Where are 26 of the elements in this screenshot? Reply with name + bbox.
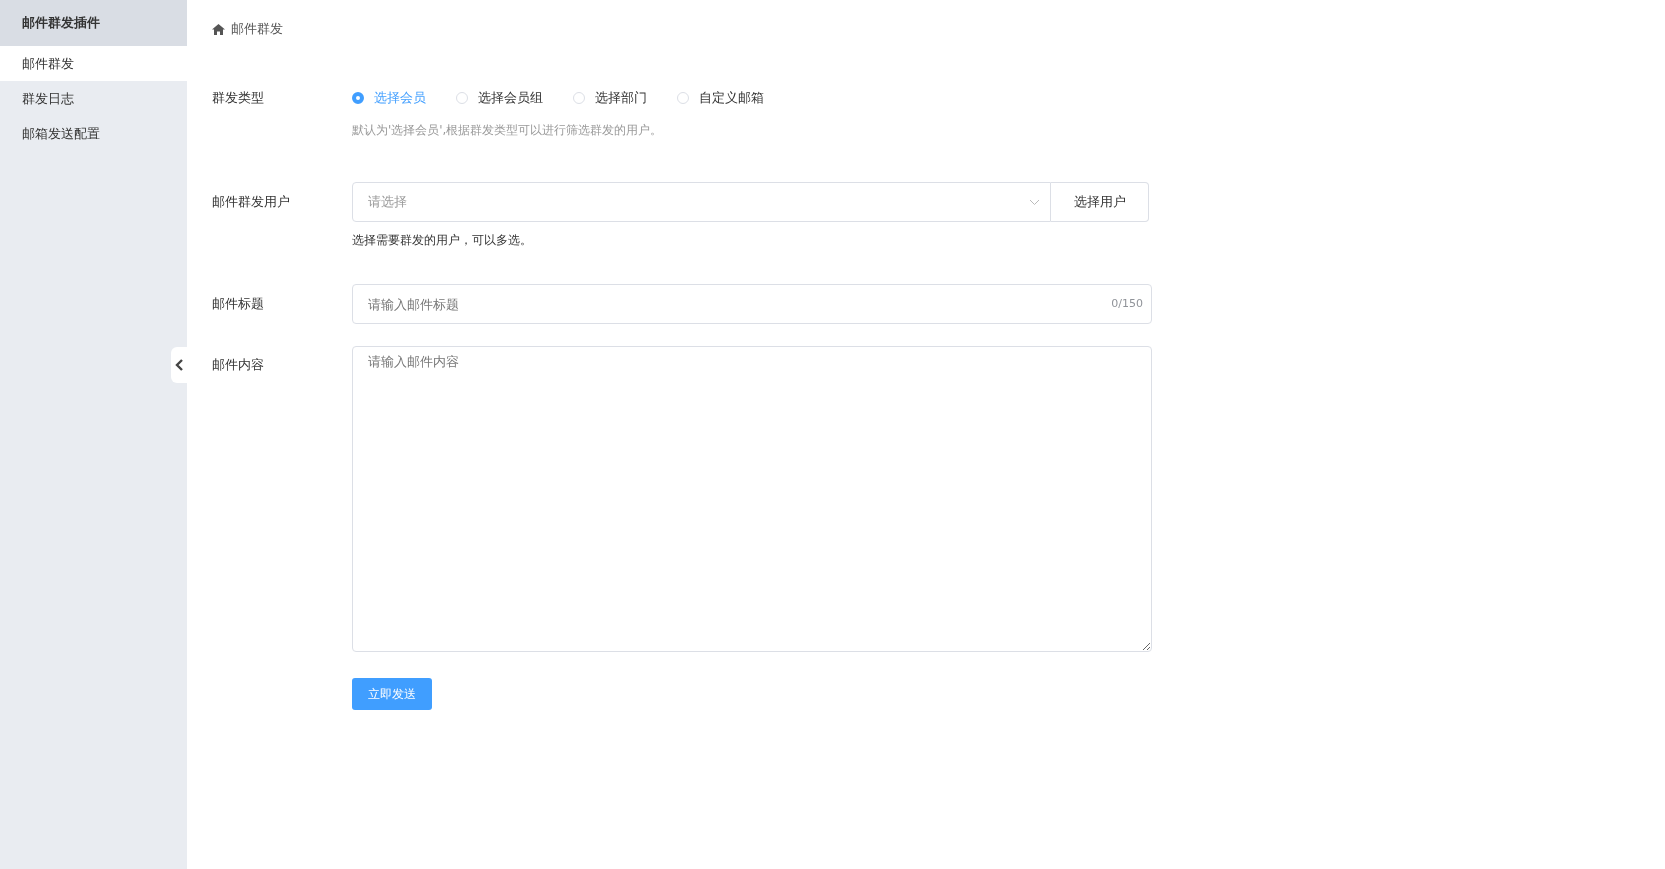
help-text: 选择需要群发的用户，可以多选。 [352, 232, 533, 249]
select-placeholder: 请选择 [368, 193, 407, 211]
home-icon [212, 23, 225, 35]
sidebar-item[interactable]: 邮件群发 [0, 46, 187, 81]
radio-label: 自定义邮箱 [699, 89, 764, 107]
select-users-button[interactable]: 选择用户 [1051, 182, 1149, 222]
field-label: 邮件内容 [212, 356, 265, 374]
chevron-left-icon [174, 359, 184, 371]
content-field[interactable]: 请输入邮件内容 [352, 346, 1152, 652]
radio-option[interactable]: 选择部门 [573, 89, 647, 107]
field-label: 邮件标题 [212, 295, 265, 313]
character-counter: 0/150 [1111, 297, 1143, 310]
radio-label: 选择会员组 [478, 89, 543, 107]
field-label: 群发类型 [212, 89, 265, 107]
field-label: 邮件群发用户 [212, 193, 291, 211]
chevron-down-icon [1029, 198, 1040, 206]
radio-option[interactable]: 自定义邮箱 [677, 89, 764, 107]
breadcrumb[interactable]: 邮件群发 [231, 20, 283, 38]
hint-text: 默认为'选择会员',根据群发类型可以进行筛选群发的用户。 [352, 122, 664, 139]
sidebar-item[interactable]: 邮箱发送配置 [0, 116, 187, 151]
collapse-button[interactable] [171, 347, 187, 383]
sidebar-title: 邮件群发插件 [0, 0, 187, 46]
sidebar-item[interactable]: 群发日志 [0, 81, 187, 116]
radio-label: 选择会员 [374, 89, 426, 107]
radio-label: 选择部门 [595, 89, 647, 107]
radio-option[interactable]: 选择会员组 [456, 89, 543, 107]
